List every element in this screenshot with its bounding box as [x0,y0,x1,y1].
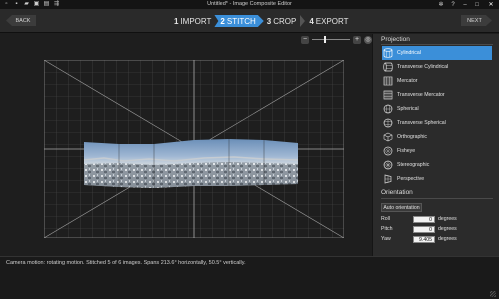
step-label: EXPORT [315,16,349,26]
export-icon[interactable]: ▤ [43,1,50,8]
yaw-label: Yaw [381,236,391,242]
back-button[interactable]: BACK [6,15,36,26]
zoom-slider[interactable] [312,36,350,43]
transverse-mercator-icon [383,90,393,100]
projection-item-orthographic[interactable]: Orthographic [382,130,492,144]
panorama-preview[interactable] [44,60,344,238]
fit-icon[interactable]: ◎ [364,35,372,44]
cylinder-icon [383,48,393,58]
yaw-unit: degrees [438,236,457,242]
pitch-unit: degrees [438,226,457,232]
pitch-input[interactable]: 0 [413,225,435,233]
settings-panel: Projection Cylindrical Transverse Cylind… [372,34,499,256]
fisheye-icon [383,146,393,156]
projection-label: Transverse Mercator [397,92,445,98]
mercator-icon [383,76,393,86]
zoom-slider-thumb[interactable] [324,36,326,43]
maximize-icon[interactable]: □ [473,1,481,9]
projection-item-transverse-mercator[interactable]: Transverse Mercator [382,88,492,102]
projection-list: Cylindrical Transverse Cylindrical Merca… [382,46,492,186]
open-icon[interactable]: ▪ [13,1,20,8]
step-export[interactable]: 4 EXPORT [306,15,351,27]
step-label: STITCH [226,16,256,26]
transverse-sphere-icon [383,118,393,128]
next-button[interactable]: NEXT [461,15,492,26]
projection-item-stereographic[interactable]: Stereographic [382,158,492,172]
zoom-out-button[interactable]: − [301,35,309,44]
close-icon[interactable]: ✕ [485,1,497,9]
step-number: 1 [174,16,179,26]
projection-label: Perspective [397,176,425,182]
pitch-label: Pitch [381,226,393,232]
transverse-cylinder-icon [383,62,393,72]
roll-input[interactable]: 0 [413,215,435,223]
step-number: 3 [266,16,272,26]
step-separator [300,15,306,27]
share-icon[interactable]: ⇶ [53,1,60,8]
divider [381,44,493,45]
help-icon[interactable]: ? [449,1,457,9]
projection-label: Stereographic [397,162,430,168]
minimize-icon[interactable]: – [461,1,469,9]
projection-label: Transverse Cylindrical [397,64,449,70]
auto-orientation-button[interactable]: Auto orientation [381,203,422,212]
projection-item-transverse-cylindrical[interactable]: Transverse Cylindrical [382,60,492,74]
workflow-steps: 1 IMPORT 2 STITCH 3 CROP 4 EXPORT [171,15,352,27]
status-bar: Camera motion: rotating motion. Stitched… [0,256,499,299]
yaw-input[interactable]: 9.405 [413,235,435,243]
projection-label: Mercator [397,78,418,84]
roll-row: Roll 0 degrees [381,215,457,223]
new-icon[interactable]: ▫ [3,1,10,8]
step-number: 2 [220,16,225,26]
step-crop[interactable]: 3 CROP [264,15,300,27]
yaw-row: Yaw 9.405 degrees [381,235,457,243]
projection-label: Orthographic [397,134,427,140]
perspective-icon [384,174,392,184]
roll-unit: degrees [438,216,457,222]
step-import[interactable]: 1 IMPORT [171,15,214,27]
projection-label: Cylindrical [397,50,421,56]
sphere-icon [383,104,393,114]
projection-item-mercator[interactable]: Mercator [382,74,492,88]
projection-item-transverse-spherical[interactable]: Transverse Spherical [382,116,492,130]
orientation-section-title: Orientation [381,189,413,196]
projection-item-fisheye[interactable]: Fisheye [382,144,492,158]
stereographic-icon [383,160,393,170]
pitch-row: Pitch 0 degrees [381,225,457,233]
settings-icon[interactable]: ✲ [437,1,445,9]
zoom-in-button[interactable]: + [353,35,361,44]
divider [381,198,493,199]
workflow-nav: BACK 1 IMPORT 2 STITCH 3 CROP 4 EXPORT N… [0,9,499,33]
projection-item-cylindrical[interactable]: Cylindrical [382,46,492,60]
step-label: CROP [273,16,297,26]
step-stitch[interactable]: 2 STITCH [214,15,264,27]
stitched-panorama[interactable] [83,139,299,188]
roll-label: Roll [381,216,390,222]
window-title: Untitled* - Image Composite Editor [207,1,292,7]
projection-label: Fisheye [397,148,416,154]
projection-item-perspective[interactable]: Perspective [382,172,492,186]
step-number: 4 [309,16,314,26]
projection-item-spherical[interactable]: Spherical [382,102,492,116]
step-label: IMPORT [180,16,212,26]
zoom-controls: − + ◎ [301,35,375,44]
title-bar: ▫ ▪ ▰ ▣ ▤ ⇶ Untitled* - Image Composite … [0,0,499,9]
projection-label: Spherical [397,106,419,112]
save-icon[interactable]: ▣ [33,1,40,8]
projection-section-title: Projection [381,36,410,43]
resize-grip-icon[interactable] [490,291,496,297]
cube-icon [383,132,393,142]
projection-label: Transverse Spherical [397,120,446,126]
status-message: Camera motion: rotating motion. Stitched… [6,260,246,266]
open-folder-icon[interactable]: ▰ [23,1,30,8]
